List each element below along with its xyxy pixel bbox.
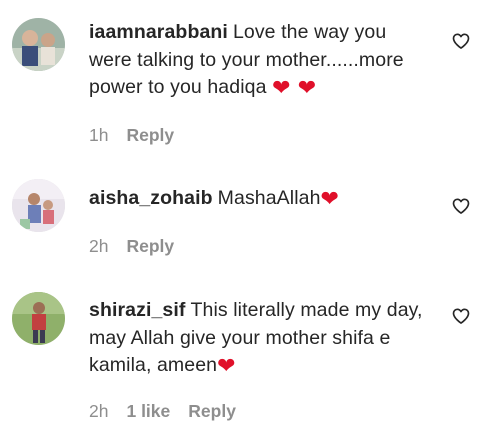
reply-button[interactable]: Reply bbox=[126, 125, 174, 145]
heart-emoji: ❤ bbox=[320, 187, 340, 212]
heart-emoji: ❤ bbox=[217, 354, 236, 379]
avatar[interactable] bbox=[12, 179, 65, 232]
comment-username[interactable]: iaamnarabbani bbox=[89, 21, 228, 43]
avatar[interactable] bbox=[12, 18, 65, 71]
reply-button[interactable]: Reply bbox=[126, 236, 174, 256]
comment-time: 2h bbox=[89, 401, 109, 421]
heart-outline-icon[interactable] bbox=[451, 306, 471, 326]
avatar[interactable] bbox=[12, 292, 65, 345]
comment-time: 2h bbox=[89, 236, 109, 256]
comment-username[interactable]: shirazi_sif bbox=[89, 299, 185, 321]
comment-time: 1h bbox=[89, 125, 109, 145]
comment-text: iaamnarabbani Love the way you were talki… bbox=[89, 19, 434, 102]
comment-body: MashaAllah bbox=[217, 187, 321, 209]
heart-emoji: ❤ ❤ bbox=[272, 76, 317, 101]
likes-count-button[interactable]: 1 like bbox=[126, 401, 170, 421]
comment-meta: 1h Reply bbox=[89, 125, 192, 146]
reply-button[interactable]: Reply bbox=[188, 401, 236, 421]
comment-text: aisha_zohaib MashaAllah❤ bbox=[89, 185, 434, 213]
heart-outline-icon[interactable] bbox=[451, 196, 471, 216]
comment-text: shirazi_sif This literally made my day, m… bbox=[89, 297, 434, 380]
heart-outline-icon[interactable] bbox=[451, 31, 471, 51]
comment-meta: 2h Reply bbox=[89, 236, 192, 257]
comment-username[interactable]: aisha_zohaib bbox=[89, 187, 213, 209]
comment-meta: 2h 1 like Reply bbox=[89, 401, 254, 422]
